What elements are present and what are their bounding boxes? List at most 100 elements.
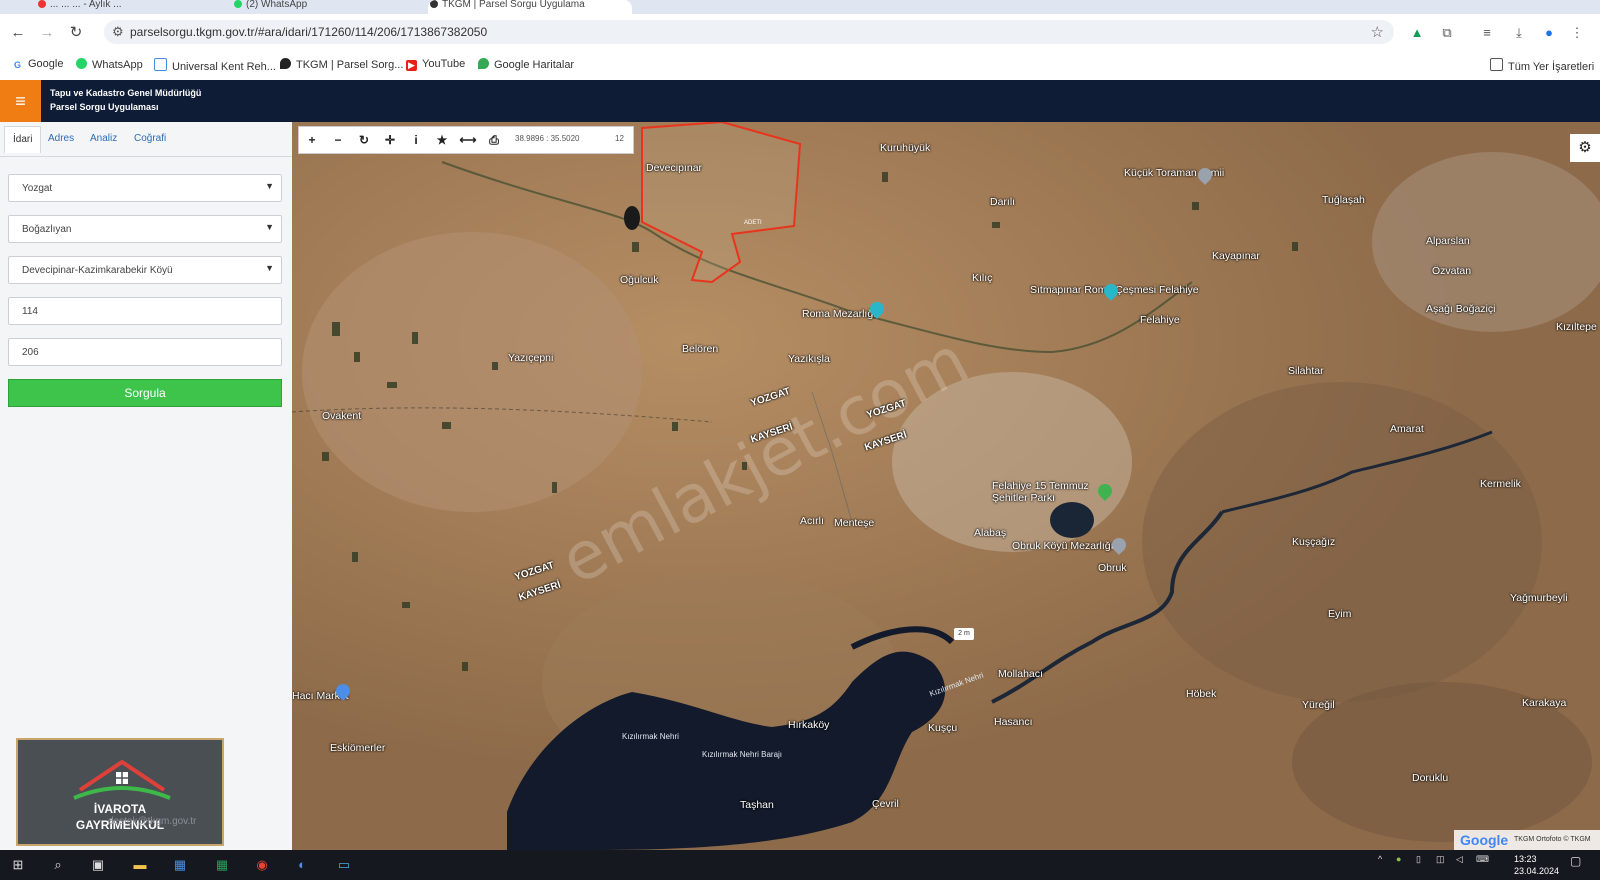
chevron-down-icon: ▼ [265, 263, 274, 273]
province-select[interactable]: Yozgat ▼ [8, 174, 282, 202]
chrome-icon[interactable]: ◉ [252, 855, 272, 875]
refresh-icon[interactable]: ↻ [354, 130, 374, 150]
favorite-star-icon[interactable]: ★ [432, 130, 452, 150]
place-label: Doruklu [1412, 772, 1449, 784]
water-label: Kızılırmak Nehri Barajı [702, 750, 783, 759]
zoom-in-icon[interactable]: + [302, 130, 322, 150]
parcel-input[interactable]: 206 [8, 338, 282, 366]
company-logo: İVAROTA GAYRİMENKUL [16, 738, 224, 846]
chevron-down-icon: ▼ [265, 181, 274, 191]
reading-list-icon[interactable]: ≡ [1478, 24, 1496, 42]
google-icon: G [12, 60, 23, 71]
bookmark-google-maps[interactable]: Google Haritalar [478, 58, 574, 71]
file-explorer-icon[interactable]: ▬ [130, 855, 150, 875]
browser-menu-icon[interactable]: ⋮ [1568, 24, 1586, 42]
bookmark-tkgm[interactable]: TKGM | Parsel Sorg... [280, 58, 403, 71]
battery-icon[interactable]: ▯ [1416, 854, 1421, 865]
place-label: Özvatan [1432, 265, 1472, 277]
tray-chevron-icon[interactable]: ^ [1378, 854, 1382, 864]
map-attribution: Google TKGM Ortofoto © TKGM [1454, 830, 1600, 850]
neighborhood-select[interactable]: Devecipinar-Kazimkarabekir Köyü ▼ [8, 256, 282, 284]
place-label: Hasancı [994, 716, 1033, 728]
tab-adres[interactable]: Adres [48, 133, 74, 144]
url-field[interactable]: ⚙ parselsorgu.tkgm.gov.tr/#ara/idari/171… [104, 20, 1394, 44]
page-icon [154, 58, 167, 71]
forward-arrow-icon[interactable]: → [37, 23, 57, 43]
maps-pin-icon [478, 58, 489, 69]
place-label: Taşhan [740, 799, 774, 811]
bookmark-universal[interactable]: Universal Kent Reh... [154, 58, 276, 73]
place-label: Felahiye 15 Temmuz Şehitler Parkı [992, 480, 1089, 504]
task-view-icon[interactable]: ▣ [88, 855, 108, 875]
place-label: Eskiömerler [330, 742, 386, 754]
place-label: Alabaş [974, 527, 1007, 539]
support-email: destek@tkgm.gov.tr [108, 816, 197, 827]
browser-tab-strip: ... ... ... - Aylık ... (2) WhatsApp TKG… [0, 0, 1600, 14]
query-button[interactable]: Sorgula [8, 379, 282, 407]
place-label: Kızıltepe [1556, 321, 1597, 333]
locate-crosshair-icon[interactable]: ✛ [380, 130, 400, 150]
place-label: Yazıçepni [508, 352, 554, 364]
measure-line-icon[interactable]: ⟷ [458, 130, 478, 150]
place-label: Karakaya [1522, 697, 1567, 709]
network-icon[interactable]: ◫ [1436, 854, 1445, 865]
place-label: Belören [682, 343, 719, 355]
browser-tab[interactable]: (2) WhatsApp [232, 0, 416, 14]
satellite-map[interactable]: emlakjet.com + − ↻ ✛ i ★ ⟷ ⎙ 38.9896 : 3… [292, 122, 1600, 850]
water-label: Kızılırmak Nehri [622, 732, 679, 741]
all-bookmarks-folder[interactable]: Tüm Yer İşaretleri [1490, 58, 1594, 73]
place-label: Alparslan [1426, 235, 1470, 247]
browser-tab[interactable]: ... ... ... - Aylık ... [36, 0, 220, 14]
bookmark-google[interactable]: G Google [12, 58, 63, 71]
place-label: Kuşçu [928, 722, 958, 734]
zoom-level: 12 [615, 134, 624, 143]
place-label: Mollahacı [998, 668, 1043, 680]
youtube-tab-icon [38, 0, 46, 8]
info-icon[interactable]: i [406, 130, 426, 150]
volume-icon[interactable]: ◁ [1456, 854, 1463, 865]
block-input[interactable]: 114 [8, 297, 282, 325]
reload-icon[interactable]: ↻ [66, 23, 86, 43]
google-drive-icon[interactable]: ▲ [1408, 24, 1426, 42]
place-label: Kermelik [1480, 478, 1521, 490]
taskbar-date[interactable]: 23.04.2024 [1514, 866, 1559, 876]
url-text: parselsorgu.tkgm.gov.tr/#ara/idari/17126… [130, 25, 488, 39]
notifications-icon[interactable]: ▢ [1570, 854, 1581, 868]
place-label: Acırlı [800, 515, 824, 527]
app-icon[interactable]: ▭ [334, 855, 354, 875]
place-label: Höbek [1186, 688, 1217, 700]
tray-app-icon[interactable]: ● [1396, 854, 1401, 864]
place-label: Devecipınar [646, 162, 703, 174]
windows-start-icon[interactable]: ⊞ [8, 855, 28, 875]
site-info-icon[interactable]: ⚙ [112, 24, 124, 40]
search-icon[interactable]: ⌕ [48, 855, 68, 875]
bookmark-whatsapp[interactable]: WhatsApp [76, 58, 143, 71]
tab-cografi[interactable]: Coğrafi [134, 133, 166, 144]
browser-tab-active[interactable]: TKGM | Parsel Sorgu Uygulama [428, 0, 632, 14]
excel-icon[interactable]: ▦ [212, 855, 232, 875]
district-select[interactable]: Boğazlıyan ▼ [8, 215, 282, 243]
profile-avatar-icon[interactable]: ● [1540, 24, 1558, 42]
download-icon[interactable]: ⤓ [1510, 24, 1528, 42]
back-arrow-icon[interactable]: ← [8, 23, 28, 43]
hamburger-menu-icon[interactable]: ≡ [0, 80, 41, 122]
place-label: Yazıkışla [788, 353, 830, 365]
place-label: Darılı [990, 196, 1016, 208]
print-icon[interactable]: ⎙ [484, 130, 504, 150]
location-pin-icon [280, 58, 291, 69]
place-label: Ovakent [322, 410, 362, 422]
taskbar-time[interactable]: 13:23 [1514, 854, 1537, 864]
bookmark-star-icon[interactable]: ☆ [1371, 23, 1384, 41]
extensions-puzzle-icon[interactable]: ⧉ [1438, 24, 1456, 42]
settings-gear-icon[interactable]: ⚙ [1570, 134, 1600, 162]
place-label: Obruk Köyü Mezarlığı [1012, 540, 1114, 552]
bookmark-youtube[interactable]: ▶ YouTube [406, 58, 465, 71]
place-label: Menteşe [834, 517, 875, 529]
zoom-out-icon[interactable]: − [328, 130, 348, 150]
keyboard-icon[interactable]: ⌨ [1476, 854, 1489, 865]
tab-analiz[interactable]: Analiz [90, 133, 117, 144]
word-icon[interactable]: ▦ [170, 855, 190, 875]
edge-icon[interactable]: ◐ [292, 855, 312, 875]
tab-idari[interactable]: İdari [4, 126, 42, 153]
place-label: Yüreğil [1302, 699, 1335, 711]
